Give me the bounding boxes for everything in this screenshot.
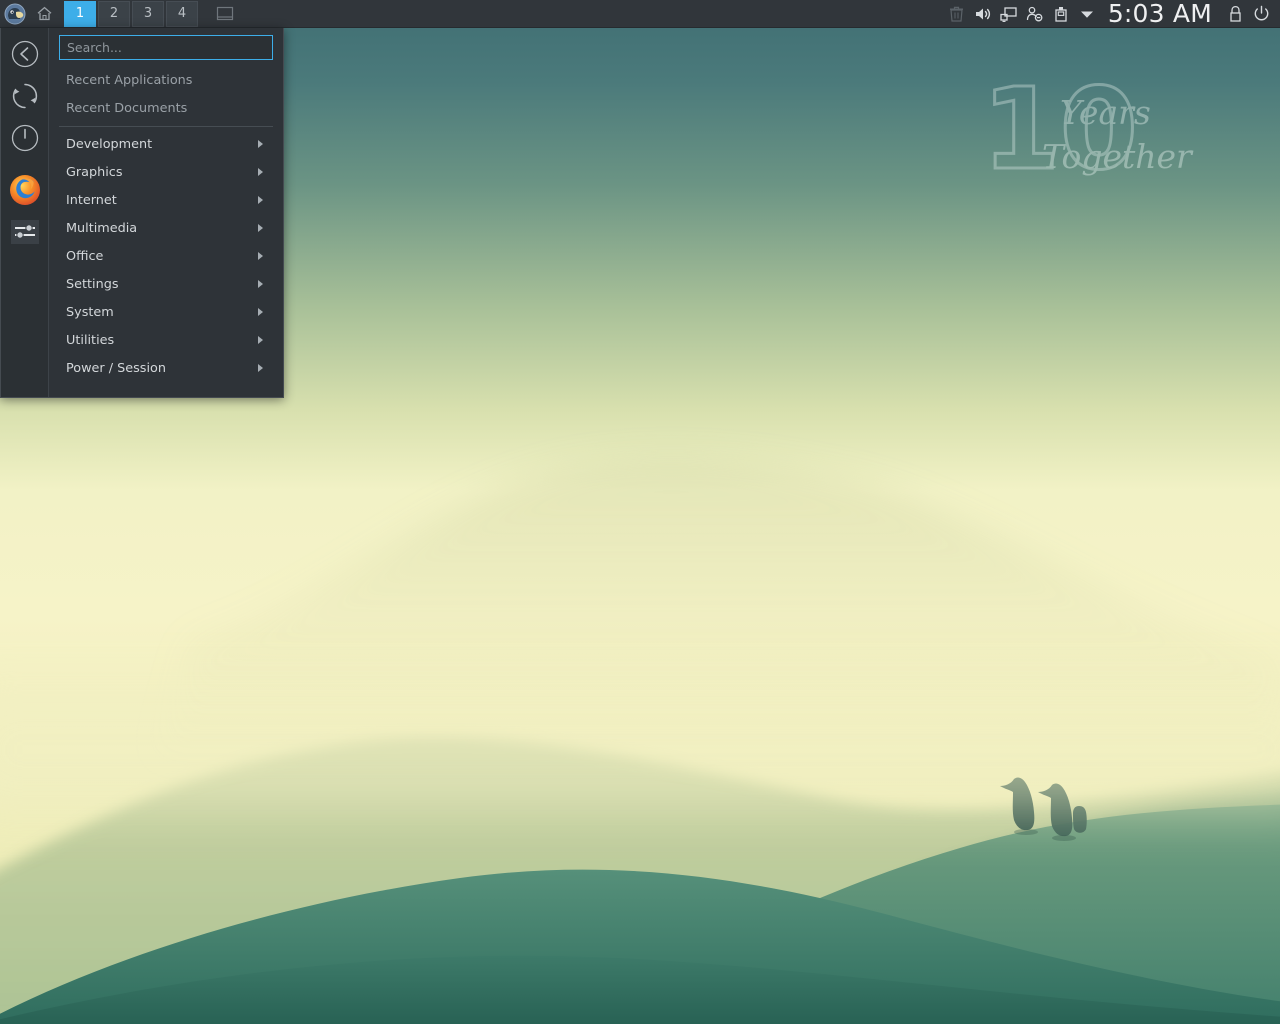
volume-icon[interactable]	[970, 0, 996, 28]
recent-documents-label: Recent Documents	[66, 100, 188, 116]
xfce-mouse-icon	[4, 3, 26, 24]
panel-left-section: 1 2 3 4	[0, 0, 242, 28]
menu-category-power-session[interactable]: Power / Session	[59, 354, 273, 382]
chevron-right-icon	[255, 335, 265, 345]
chevron-right-icon	[255, 167, 265, 177]
workspace-button-4[interactable]: 4	[166, 0, 198, 27]
application-menu[interactable]: Recent Applications Recent Documents Dev…	[0, 28, 284, 398]
chevron-down-icon[interactable]	[1074, 0, 1100, 28]
chevron-right-icon	[255, 139, 265, 149]
menu-separator	[59, 126, 273, 127]
chevron-right-icon	[255, 279, 265, 289]
network-icon[interactable]	[996, 0, 1022, 28]
clock[interactable]: 5:03 AM	[1100, 0, 1222, 28]
menu-category-label: Settings	[66, 276, 119, 292]
svg-text:Together: Together	[1042, 137, 1194, 176]
top-panel: 1 2 3 4 5:03 AM	[0, 0, 1280, 28]
show-desktop-button[interactable]	[208, 0, 242, 28]
chevron-right-icon	[255, 195, 265, 205]
application-menu-sidebar	[1, 28, 49, 397]
user-status-icon[interactable]	[1022, 0, 1048, 28]
power-icon[interactable]	[1248, 0, 1274, 28]
workspace-button-2[interactable]: 2	[98, 0, 130, 27]
panel-right-section: 5:03 AM	[944, 0, 1280, 28]
recent-documents-row[interactable]: Recent Documents	[59, 94, 273, 122]
trash-icon[interactable]	[944, 0, 970, 28]
menu-category-label: Utilities	[66, 332, 115, 348]
workspace-button-1[interactable]: 1	[64, 0, 96, 27]
menu-category-label: Development	[66, 136, 153, 152]
menu-category-label: Graphics	[66, 164, 123, 180]
shutdown-icon[interactable]	[5, 118, 45, 158]
settings-sliders-icon[interactable]	[5, 212, 45, 252]
application-menu-main: Recent Applications Recent Documents Dev…	[49, 28, 283, 397]
chevron-right-icon	[255, 307, 265, 317]
show-desktop-icon	[216, 6, 234, 20]
menu-category-label: Internet	[66, 192, 117, 208]
search-input[interactable]	[59, 35, 273, 60]
lock-icon[interactable]	[1222, 0, 1248, 28]
recent-applications-label: Recent Applications	[66, 72, 193, 88]
restart-icon[interactable]	[5, 76, 45, 116]
menu-category-graphics[interactable]: Graphics	[59, 158, 273, 186]
applications-menu-button[interactable]	[0, 0, 30, 28]
workspace-button-3[interactable]: 3	[132, 0, 164, 27]
menu-category-multimedia[interactable]: Multimedia	[59, 214, 273, 242]
chevron-right-icon	[255, 223, 265, 233]
search-field-wrapper	[59, 28, 273, 66]
chevron-right-icon	[255, 363, 265, 373]
menu-category-development[interactable]: Development	[59, 130, 273, 158]
menu-category-system[interactable]: System	[59, 298, 273, 326]
menu-category-utilities[interactable]: Utilities	[59, 326, 273, 354]
home-folder-button[interactable]	[30, 0, 58, 28]
menu-category-label: Power / Session	[66, 360, 166, 376]
home-icon	[37, 6, 51, 21]
menu-category-label: Multimedia	[66, 220, 138, 236]
removable-device-icon[interactable]	[1048, 0, 1074, 28]
menu-category-settings[interactable]: Settings	[59, 270, 273, 298]
firefox-icon[interactable]	[5, 170, 45, 210]
desktop[interactable]: 10 Years Together 1 2 3 4 5:03 AM Search…	[0, 0, 1280, 1024]
back-icon[interactable]	[5, 34, 45, 74]
workspace-switcher[interactable]: 1 2 3 4	[64, 0, 200, 27]
menu-category-label: System	[66, 304, 114, 320]
svg-text:Years: Years	[1060, 93, 1151, 132]
chevron-right-icon	[255, 251, 265, 261]
recent-applications-row[interactable]: Recent Applications	[59, 66, 273, 94]
menu-category-office[interactable]: Office	[59, 242, 273, 270]
menu-category-label: Office	[66, 248, 104, 264]
menu-category-internet[interactable]: Internet	[59, 186, 273, 214]
